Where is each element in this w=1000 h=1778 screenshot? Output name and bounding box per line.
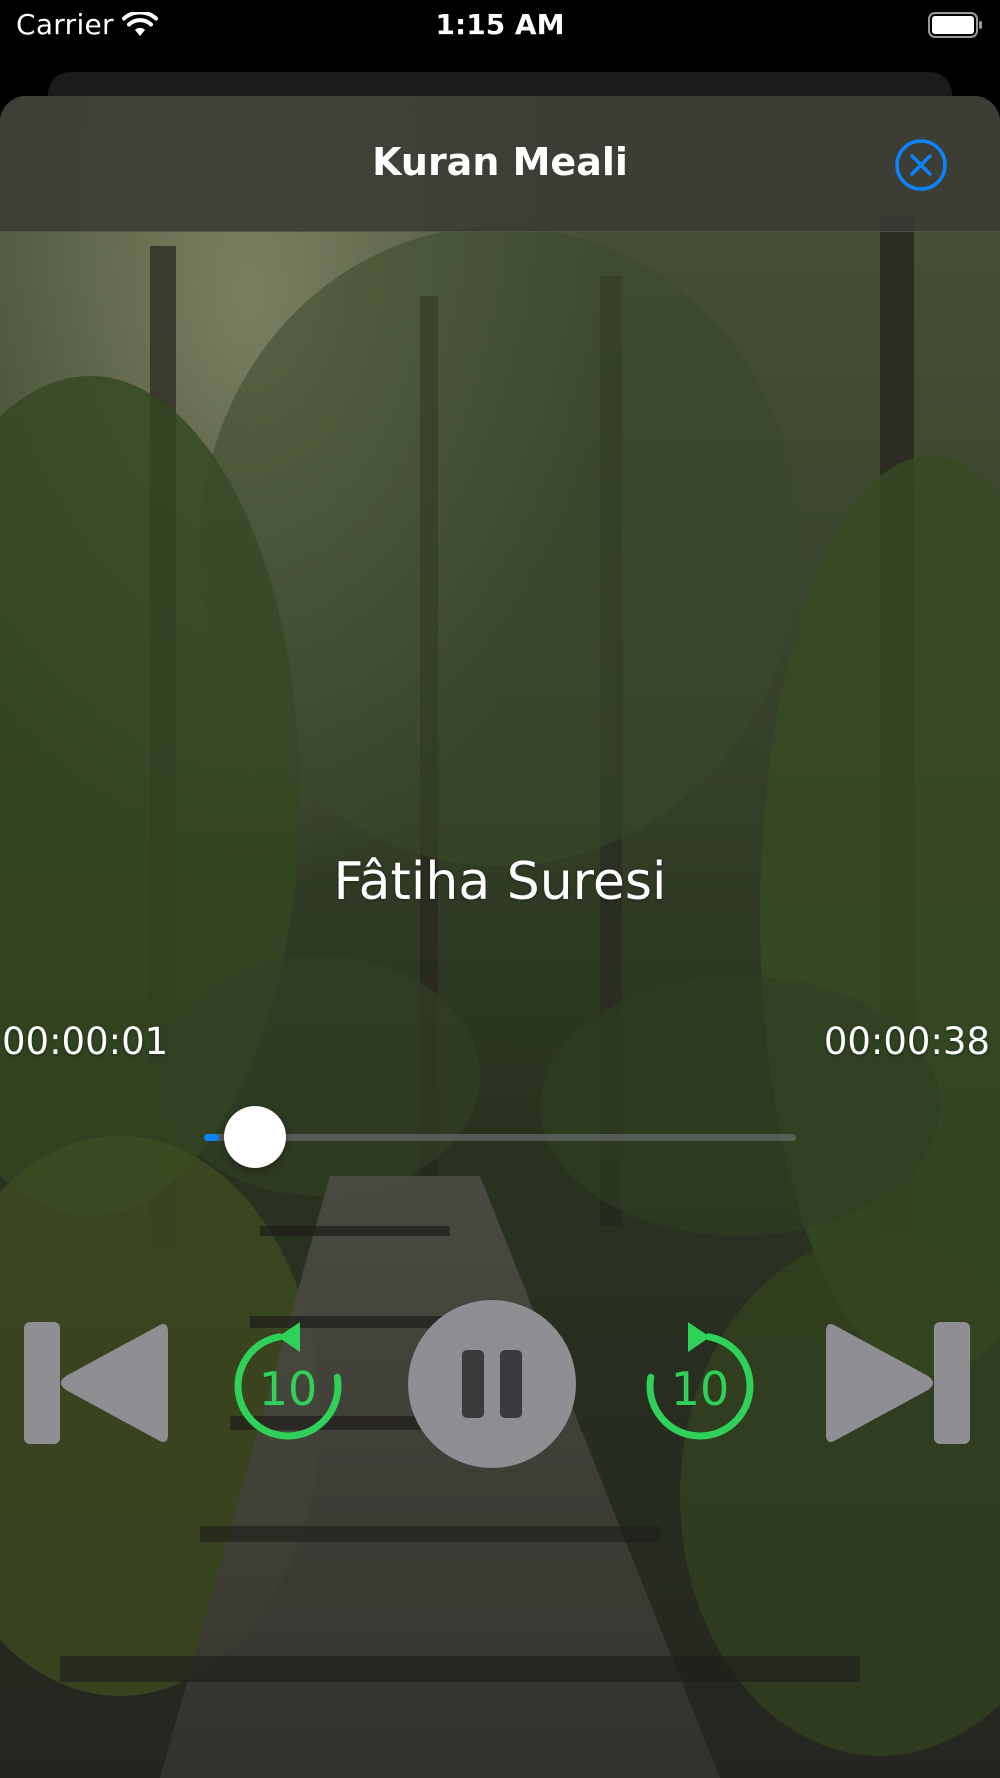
clock: 1:15 AM bbox=[435, 8, 565, 41]
skip-forward-label: 10 bbox=[670, 1362, 730, 1416]
skip-back-button[interactable]: 10 bbox=[228, 1318, 348, 1448]
player-sheet: Kuran Meali bbox=[0, 96, 1000, 1778]
slider-fill bbox=[204, 1134, 220, 1141]
elapsed-time: 00:00:01 bbox=[2, 1020, 169, 1063]
pause-button[interactable] bbox=[408, 1300, 576, 1468]
track-title: Fâtiha Suresi bbox=[333, 852, 667, 912]
battery-icon bbox=[928, 12, 982, 38]
forest-background-image bbox=[0, 96, 1000, 1778]
progress-slider[interactable] bbox=[204, 1106, 796, 1168]
nav-title: Kuran Meali bbox=[372, 140, 628, 184]
previous-track-button[interactable] bbox=[24, 1320, 168, 1446]
slider-thumb[interactable] bbox=[224, 1106, 287, 1168]
slider-track bbox=[204, 1134, 796, 1141]
skip-forward-button[interactable]: 10 bbox=[640, 1318, 760, 1448]
nav-bar: Kuran Meali bbox=[0, 96, 1000, 232]
next-track-button[interactable] bbox=[826, 1320, 970, 1446]
close-icon[interactable] bbox=[894, 138, 948, 192]
total-time: 00:00:38 bbox=[823, 1020, 990, 1063]
status-bar: Carrier 1:15 AM bbox=[0, 0, 1000, 52]
skip-back-label: 10 bbox=[258, 1362, 318, 1416]
